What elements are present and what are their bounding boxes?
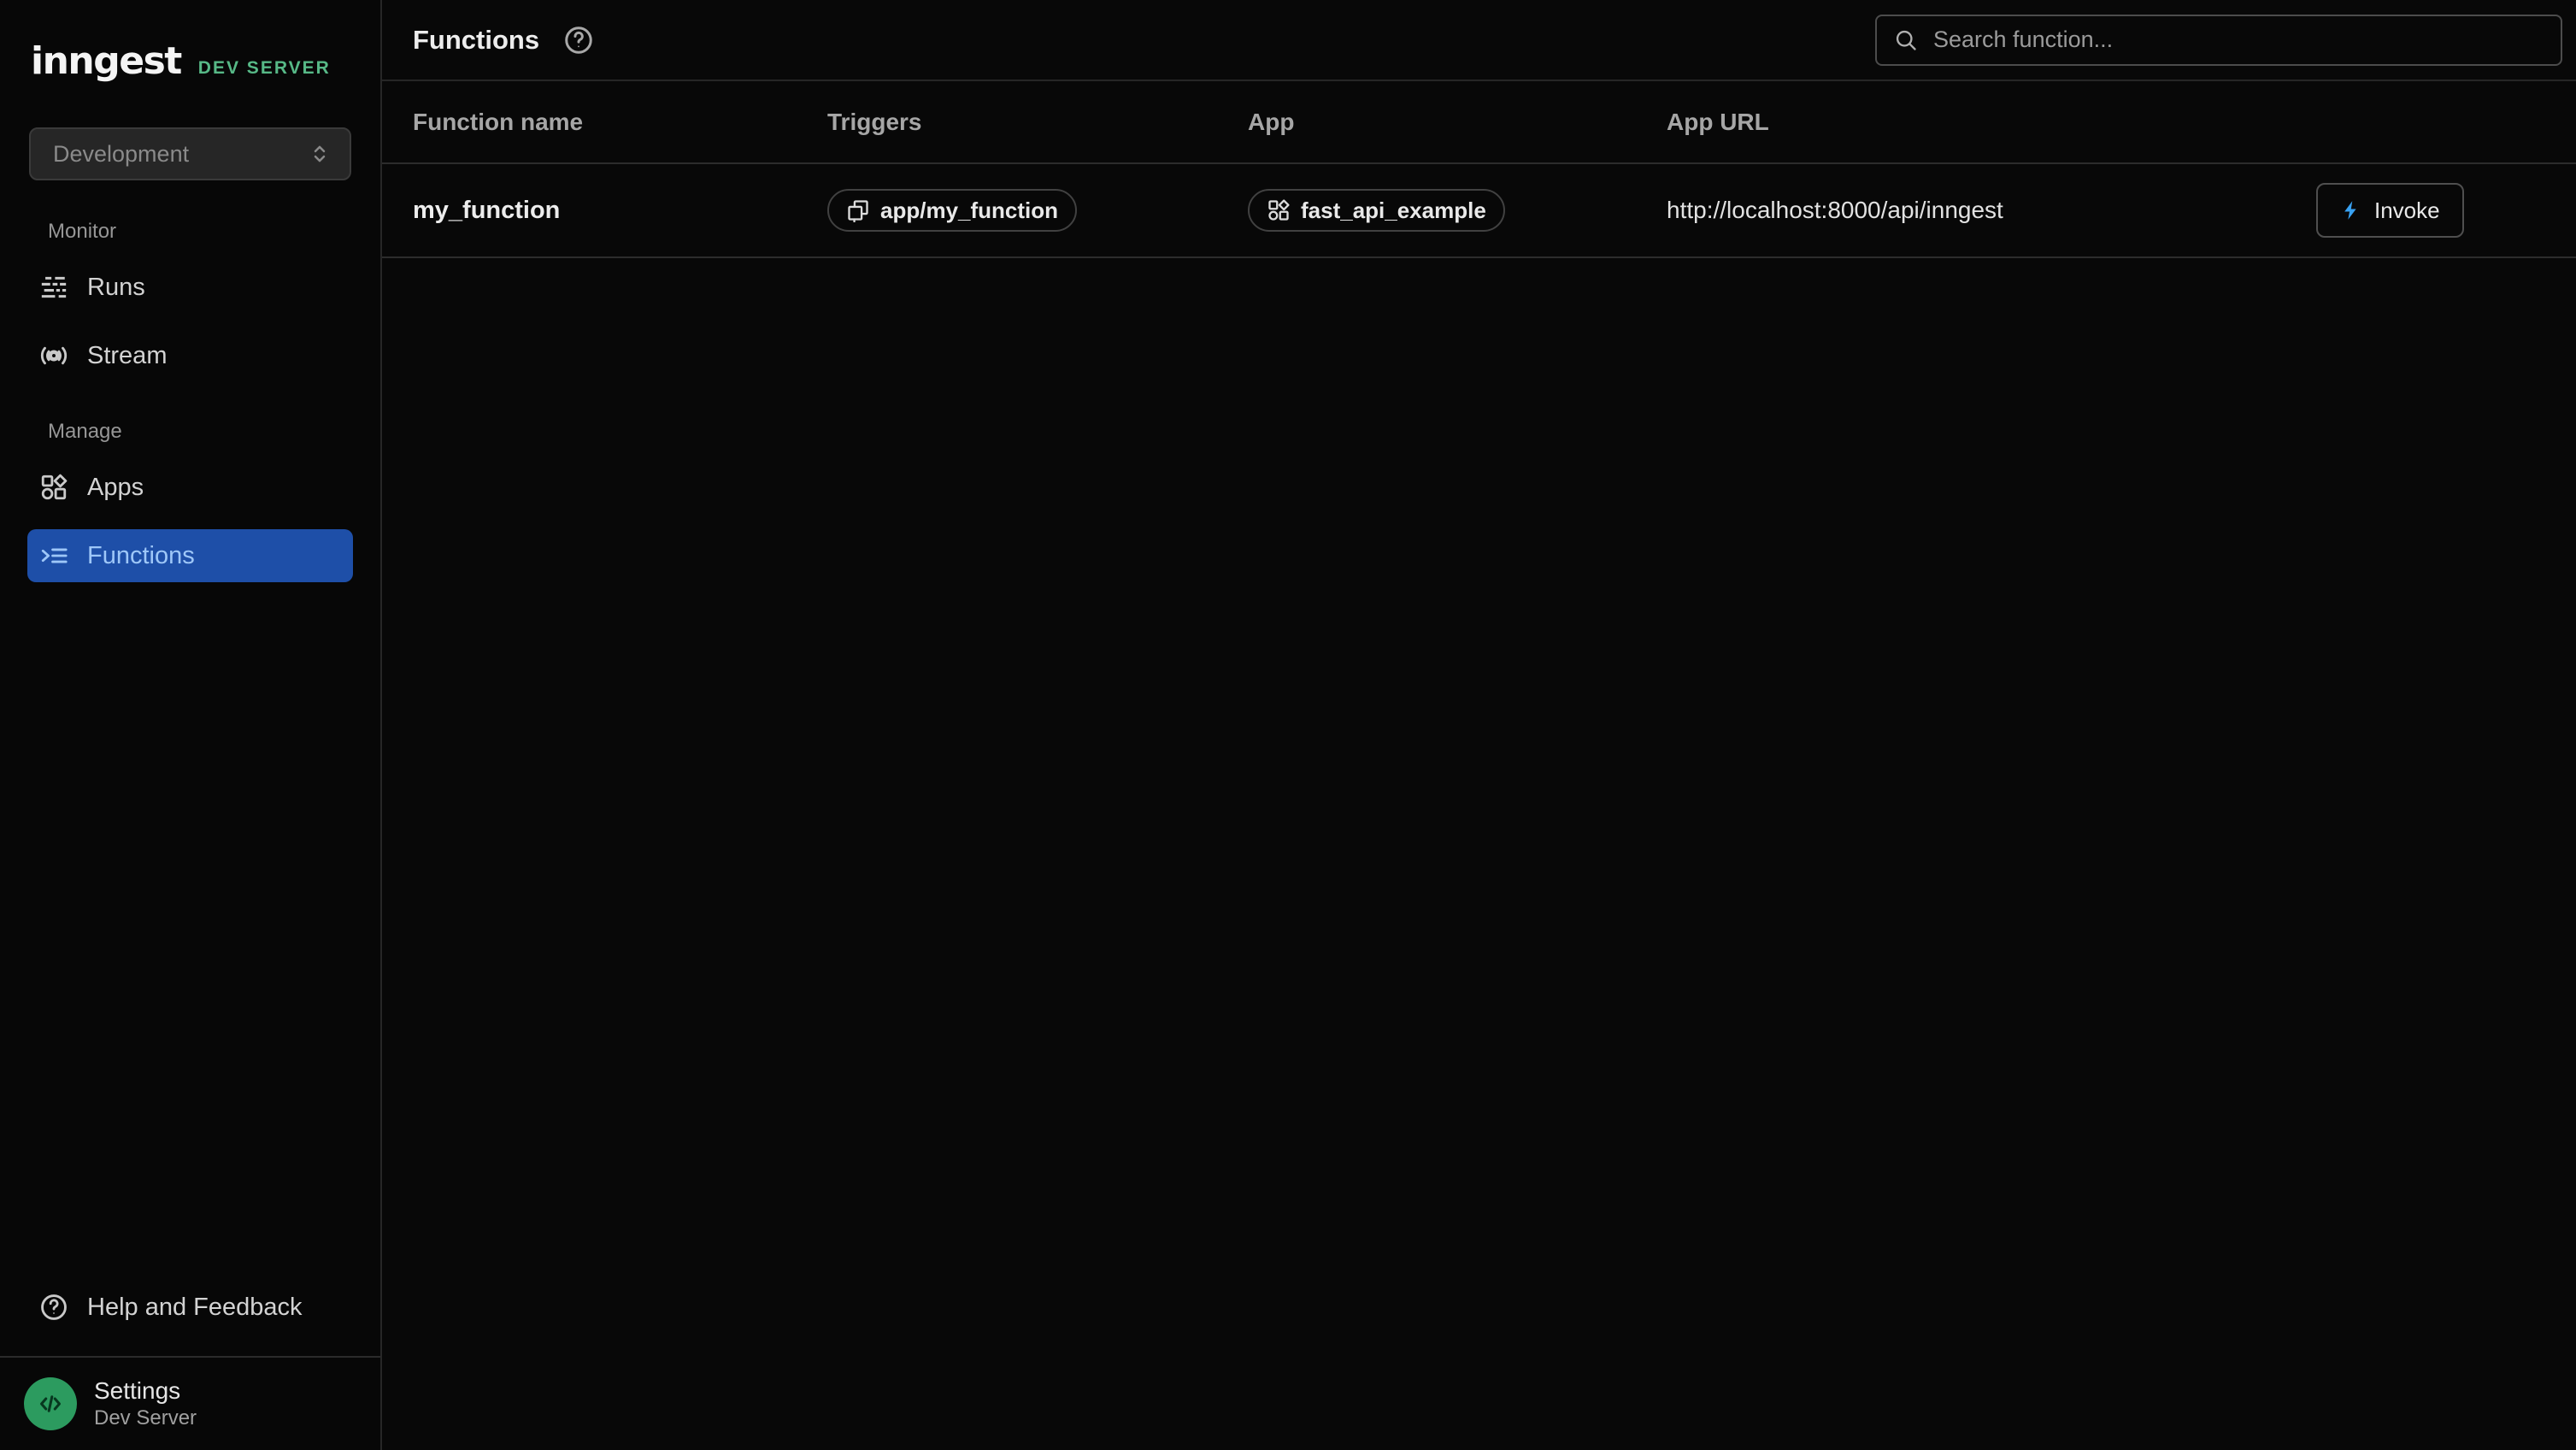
function-name: my_function [413,197,827,225]
sidebar-item-help-and-feedback[interactable]: Help and Feedback [27,1281,353,1334]
trigger-badge-label: app/my_function [880,197,1058,224]
app-badge[interactable]: fast_api_example [1248,189,1505,232]
chevron-updown-icon [307,141,332,167]
actions-cell: Invoke [2316,183,2576,238]
environment-selector-value: Development [53,141,189,168]
dev-server-avatar [24,1377,77,1430]
stream-icon [39,341,68,370]
title-wrap: Functions [413,25,594,56]
sidebar-item-label: Runs [87,274,145,302]
column-header-function-name: Function name [413,109,827,136]
page-help-button[interactable] [563,25,594,56]
inngest-logo: inngest [31,39,181,83]
invoke-button-label: Invoke [2374,197,2440,224]
event-trigger-icon [846,198,870,222]
app-badge-label: fast_api_example [1301,197,1486,224]
apps-icon [1267,198,1291,222]
lightning-bolt-icon [2340,199,2362,221]
table-header-row: Function name Triggers App App URL [382,81,2576,164]
dev-server-badge: DEV SERVER [198,58,331,79]
code-icon [35,1388,66,1419]
sidebar-nav: Monitor Runs Stream [0,220,380,598]
functions-icon [39,541,68,570]
column-header-app-url: App URL [1667,109,2316,136]
help-icon [39,1293,68,1322]
runs-icon [39,273,68,302]
app-root: inngest DEV SERVER Development Monitor R… [0,0,2576,1450]
triggers-cell: app/my_function [827,189,1248,232]
logo: inngest DEV SERVER [0,0,380,83]
section-label-manage: Manage [27,420,353,444]
invoke-button[interactable]: Invoke [2316,183,2464,238]
sidebar-item-label: Stream [87,342,167,370]
main-content: Functions Function name [382,0,2576,1450]
settings-title: Settings [94,1376,197,1406]
sidebar-item-stream[interactable]: Stream [27,329,353,382]
section-label-monitor: Monitor [27,220,353,244]
functions-table: Function name Triggers App App URL my_fu… [382,81,2576,258]
sidebar-item-label: Apps [87,474,144,502]
sidebar-item-settings[interactable]: Settings Dev Server [0,1356,380,1450]
column-header-triggers: Triggers [827,109,1248,136]
search-input[interactable] [1932,26,2544,54]
sidebar-item-label: Functions [87,542,195,570]
trigger-badge[interactable]: app/my_function [827,189,1077,232]
table-row[interactable]: my_function app/my_function [382,164,2576,258]
sidebar-spacer [0,598,380,1281]
page-header: Functions [382,0,2576,81]
sidebar-item-apps[interactable]: Apps [27,461,353,514]
page-title: Functions [413,25,539,56]
environment-selector[interactable]: Development [29,127,351,180]
sidebar-item-label: Help and Feedback [87,1294,303,1322]
search-box[interactable] [1875,15,2562,66]
column-header-app: App [1248,109,1667,136]
search-icon [1894,28,1918,52]
sidebar: inngest DEV SERVER Development Monitor R… [0,0,382,1450]
app-url: http://localhost:8000/api/inngest [1667,197,2316,224]
apps-icon [39,473,68,502]
help-icon [563,25,594,56]
sidebar-item-runs[interactable]: Runs [27,261,353,314]
app-cell: fast_api_example [1248,189,1667,232]
settings-subtitle: Dev Server [94,1405,197,1431]
sidebar-item-functions[interactable]: Functions [27,529,353,582]
